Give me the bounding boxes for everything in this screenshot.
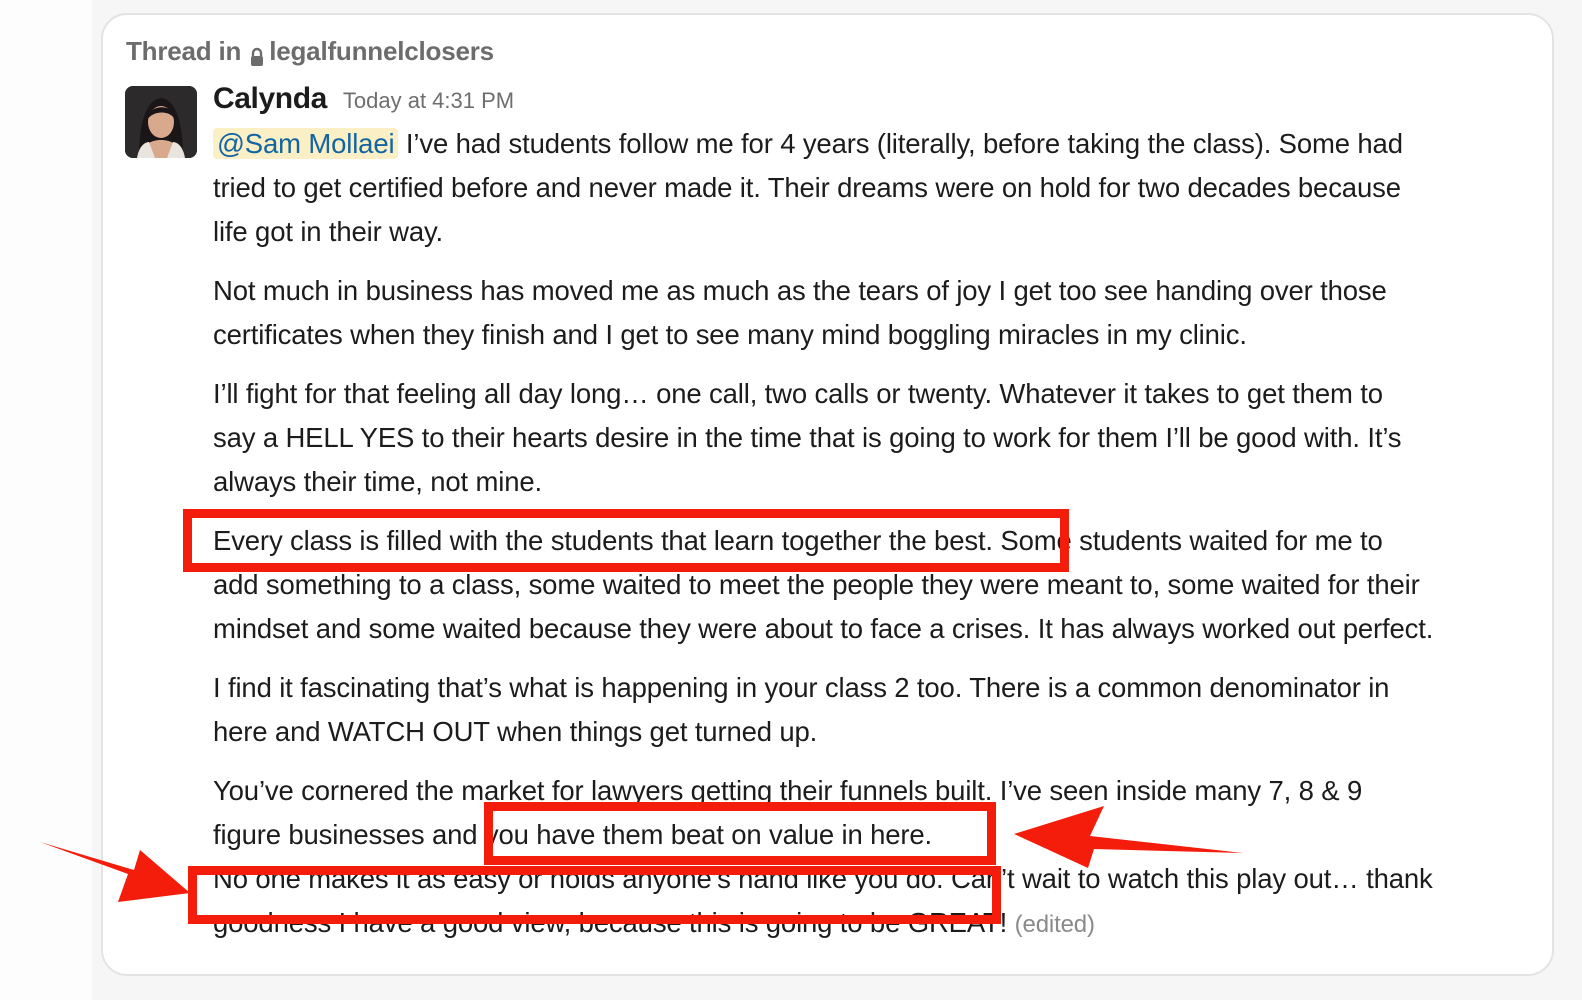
annotation-arrow-right-icon [40, 806, 1243, 902]
